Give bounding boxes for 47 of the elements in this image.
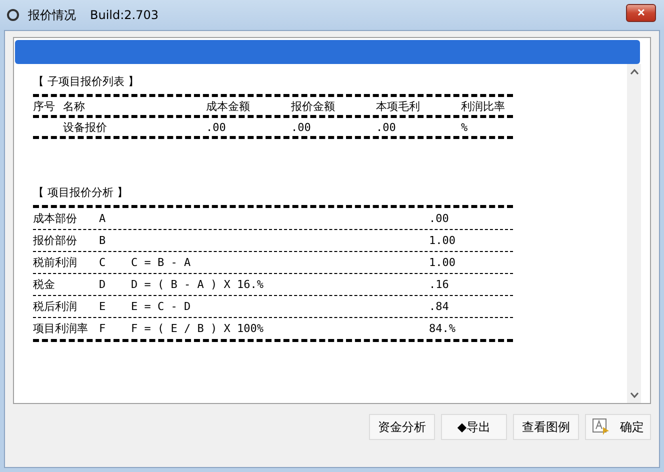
value: 1.00 [429,256,456,269]
window-title: 报价情况 [28,6,76,24]
value: .16 [429,278,450,291]
table-cell-text: .00 [376,120,397,134]
row-label: 报价部份 [33,233,78,248]
scrollbar[interactable] [627,64,641,403]
table-cell-text: .00 [206,120,227,134]
column-header: 利润比率 [461,98,506,114]
column-header: 本项毛利 [376,98,421,114]
action-button[interactable]: 资金分析 [369,414,435,440]
app-icon [6,8,20,22]
column-header: 序号 [33,98,56,114]
value: .84 [429,300,450,313]
scroll-up-icon[interactable] [630,69,638,75]
column-header: 名称 [63,98,86,114]
column-header: 成本金额 [206,98,251,114]
action-button[interactable]: 查看图例 [513,414,579,440]
row-letter: E [99,300,107,313]
table-cell-text: % [461,120,469,134]
formula: F = ( E / B ) X 100% [131,322,264,335]
table-cell-text: 设备报价 [63,120,108,134]
row-letter: F [99,322,107,335]
table-cell-text: .00 [291,120,312,134]
value: .00 [429,212,450,225]
value: 84.% [429,322,456,335]
column-header: 报价金额 [291,98,336,114]
close-button[interactable]: ✕ [626,4,656,22]
row-letter: D [99,278,107,291]
row-letter: C [99,256,107,269]
section-title: 【 子项目报价列表 】 [33,74,140,90]
row-label: 项目利润率 [33,321,89,336]
build-version: Build:2.703 [90,8,159,22]
row-label: 税前利润 [33,255,78,270]
row-letter: B [99,234,107,247]
formula: D = ( B - A ) X 16.% [131,278,264,291]
image-cursor-icon [592,418,610,436]
row-label: 成本部份 [33,211,78,226]
scroll-down-icon[interactable] [630,392,638,398]
row-label: 税后利润 [33,299,78,314]
section-title: 【 项目报价分析 】 [33,185,129,201]
confirm-button[interactable]: 确定 [585,414,651,440]
action-button[interactable]: ◆导出 [441,414,507,440]
formula: C = B - A [131,256,192,269]
value: 1.00 [429,234,456,247]
row-letter: A [99,212,107,225]
formula: E = C - D [131,300,192,313]
row-label: 税金 [33,277,56,292]
